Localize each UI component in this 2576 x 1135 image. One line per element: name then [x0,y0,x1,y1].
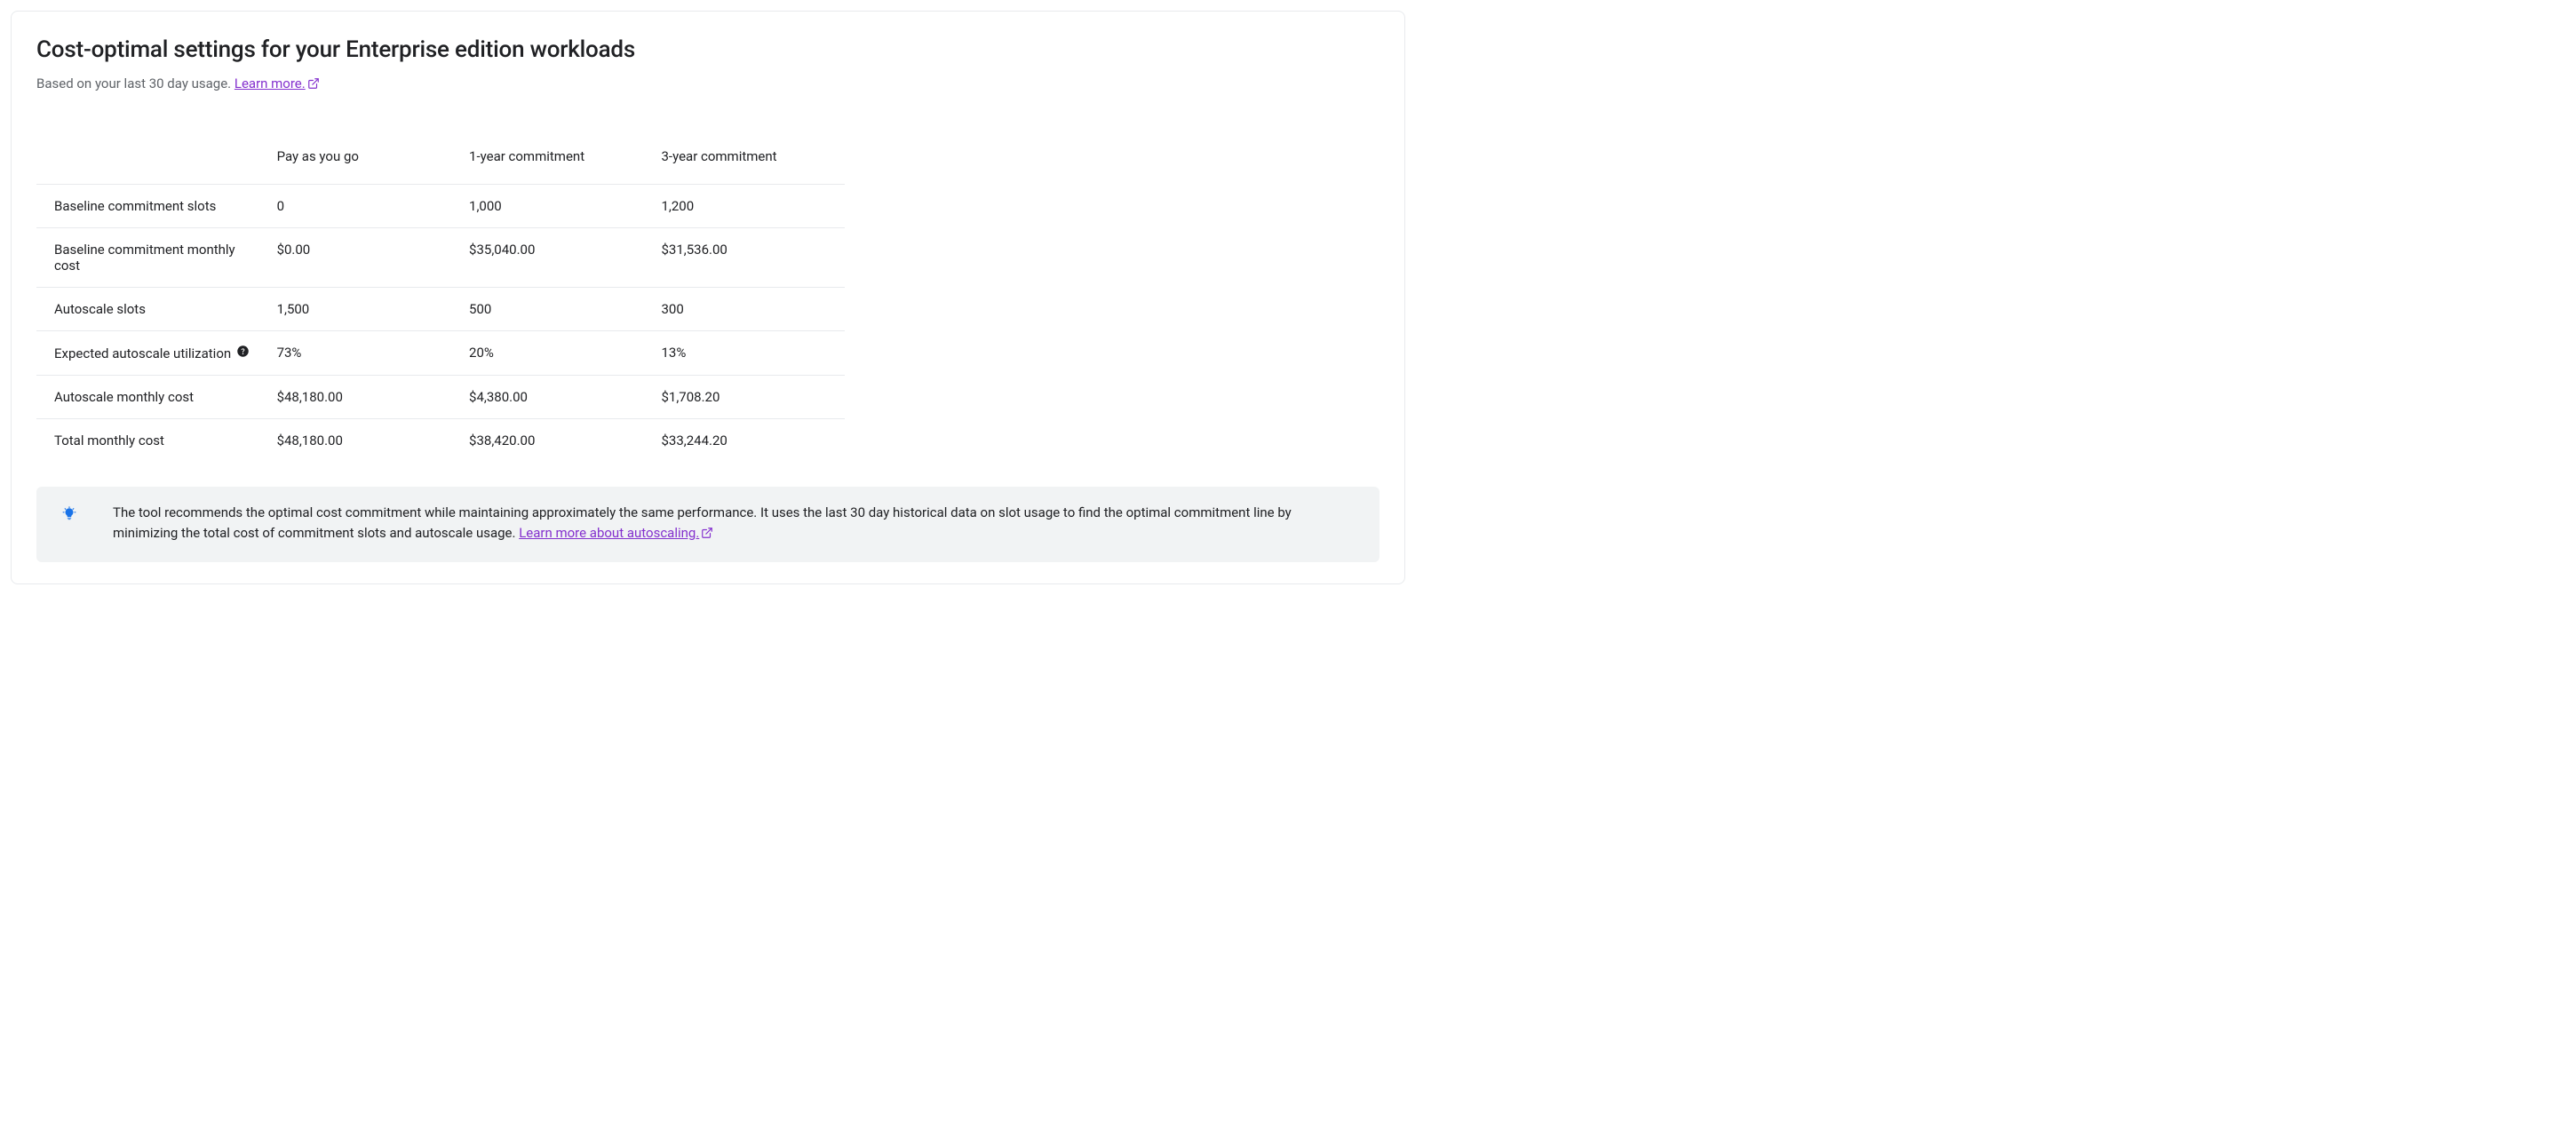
cost-optimal-card: Cost-optimal settings for your Enterpris… [11,11,1405,584]
table-row: Expected autoscale utilization 73%20%13% [36,331,845,376]
table-cell: 13% [653,331,846,376]
external-link-icon [307,77,320,93]
table-header-row: Pay as you go 1-year commitment 3-year c… [36,136,845,185]
row-label-cell: Expected autoscale utilization [36,331,268,376]
card-title: Cost-optimal settings for your Enterpris… [36,36,1379,63]
table-cell: 1,000 [460,185,652,228]
row-label-cell: Baseline commitment slots [36,185,268,228]
info-callout: The tool recommends the optimal cost com… [36,487,1379,562]
table-cell: 0 [268,185,460,228]
table-cell: 1,500 [268,288,460,331]
table-header [36,136,268,185]
table-cell: 500 [460,288,652,331]
cost-table: Pay as you go 1-year commitment 3-year c… [36,136,845,462]
table-cell: $1,708.20 [653,376,846,419]
table-cell: $31,536.00 [653,228,846,288]
table-cell: $4,380.00 [460,376,652,419]
table-cell: 300 [653,288,846,331]
table-header: 1-year commitment [460,136,652,185]
lightbulb-icon [61,506,77,526]
table-row: Autoscale slots1,500500300 [36,288,845,331]
row-label: Expected autoscale utilization [54,345,231,361]
table-header: 3-year commitment [653,136,846,185]
card-subtitle: Based on your last 30 day usage. Learn m… [36,75,1379,93]
table-cell: 20% [460,331,652,376]
table-row: Baseline commitment slots01,0001,200 [36,185,845,228]
table-header: Pay as you go [268,136,460,185]
table-cell: $48,180.00 [268,376,460,419]
learn-more-autoscaling-link[interactable]: Learn more about autoscaling. [519,525,713,541]
table-cell: $33,244.20 [653,419,846,463]
table-row: Total monthly cost$48,180.00$38,420.00$3… [36,419,845,463]
help-icon[interactable] [236,345,250,361]
subtitle-prefix: Based on your last 30 day usage. [36,75,235,91]
external-link-icon [701,525,713,545]
table-cell: $0.00 [268,228,460,288]
table-cell: 1,200 [653,185,846,228]
info-text: The tool recommends the optimal cost com… [113,503,1353,546]
row-label-cell: Autoscale slots [36,288,268,331]
table-cell: $35,040.00 [460,228,652,288]
row-label-cell: Baseline commitment monthly cost [36,228,268,288]
table-cell: $38,420.00 [460,419,652,463]
table-cell: $48,180.00 [268,419,460,463]
table-cell: 73% [268,331,460,376]
learn-more-link[interactable]: Learn more. [235,75,320,91]
row-label-cell: Total monthly cost [36,419,268,463]
table-row: Autoscale monthly cost$48,180.00$4,380.0… [36,376,845,419]
table-row: Baseline commitment monthly cost$0.00$35… [36,228,845,288]
row-label-cell: Autoscale monthly cost [36,376,268,419]
